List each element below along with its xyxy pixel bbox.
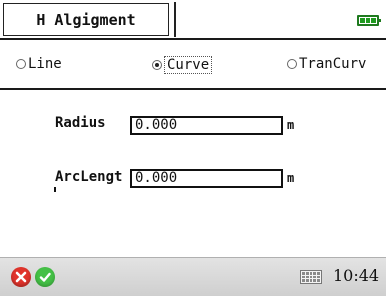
arc-length-input[interactable]: 0.000 — [130, 169, 283, 188]
alignment-screen: H Algigment Line Curve TranCurv Radius 0… — [0, 0, 386, 296]
clock: 10:44 — [333, 266, 380, 285]
bottom-bar: 10:44 — [0, 257, 386, 296]
radius-unit: m — [287, 118, 295, 132]
keyboard-icon[interactable] — [300, 270, 322, 284]
radio-circle-icon — [287, 59, 297, 69]
arc-length-unit: m — [287, 171, 295, 185]
alignment-type-selector: Line Curve TranCurv — [0, 40, 386, 90]
title-bar: H Algigment — [0, 0, 386, 40]
radio-circle-checked-icon — [152, 60, 162, 70]
radio-circle-icon — [16, 59, 26, 69]
cancel-button[interactable] — [11, 267, 31, 287]
text-cursor — [54, 187, 56, 192]
radius-label: Radius — [55, 115, 106, 131]
window-title: H Algigment — [3, 3, 169, 36]
radius-input[interactable]: 0.000 — [130, 116, 283, 135]
radio-line-label: Line — [28, 56, 62, 72]
radio-curve-label: Curve — [164, 56, 213, 74]
title-divider — [174, 2, 176, 37]
battery-icon — [357, 15, 381, 26]
x-circle-icon — [15, 271, 27, 283]
radio-curve[interactable]: Curve — [152, 56, 213, 74]
radio-trancurv-label: TranCurv — [299, 56, 367, 72]
check-circle-icon — [39, 272, 51, 282]
ok-button[interactable] — [35, 267, 55, 287]
radio-trancurv[interactable]: TranCurv — [287, 56, 366, 72]
radio-line[interactable]: Line — [16, 56, 62, 72]
arc-length-label: ArcLengt — [55, 169, 123, 185]
